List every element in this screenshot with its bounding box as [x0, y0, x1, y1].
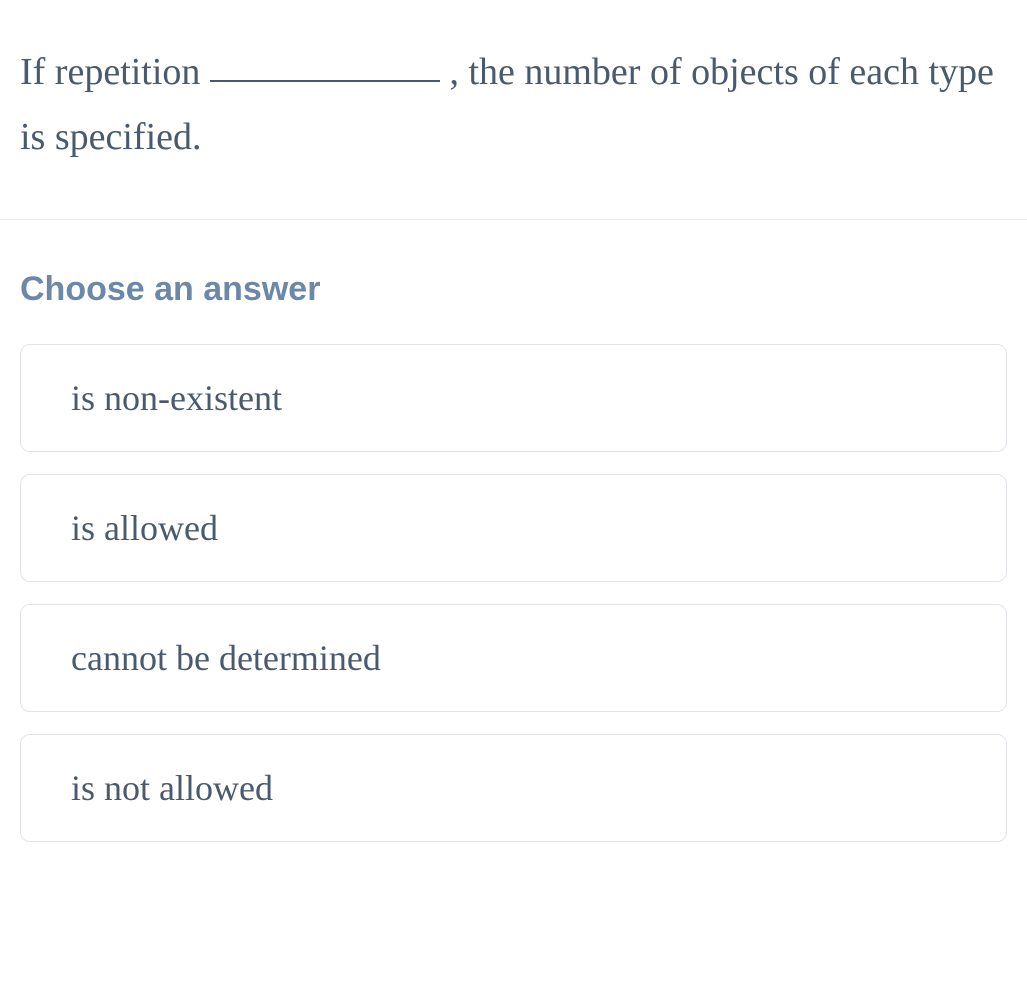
fill-in-blank	[210, 80, 440, 82]
answer-option-label: is non-existent	[71, 378, 282, 418]
answer-option-label: cannot be determined	[71, 638, 381, 678]
answer-option-3[interactable]: cannot be determined	[20, 604, 1007, 712]
answer-option-4[interactable]: is not allowed	[20, 734, 1007, 842]
answer-section: Choose an answer is non-existent is allo…	[0, 220, 1027, 884]
answer-heading: Choose an answer	[20, 270, 1007, 309]
answer-option-1[interactable]: is non-existent	[20, 344, 1007, 452]
answer-option-label: is allowed	[71, 508, 218, 548]
question-part-1: If repetition	[20, 51, 210, 93]
answer-option-label: is not allowed	[71, 768, 273, 808]
question-section: If repetition , the number of objects of…	[0, 0, 1027, 220]
question-text: If repetition , the number of objects of…	[20, 40, 1007, 169]
answer-option-2[interactable]: is allowed	[20, 474, 1007, 582]
